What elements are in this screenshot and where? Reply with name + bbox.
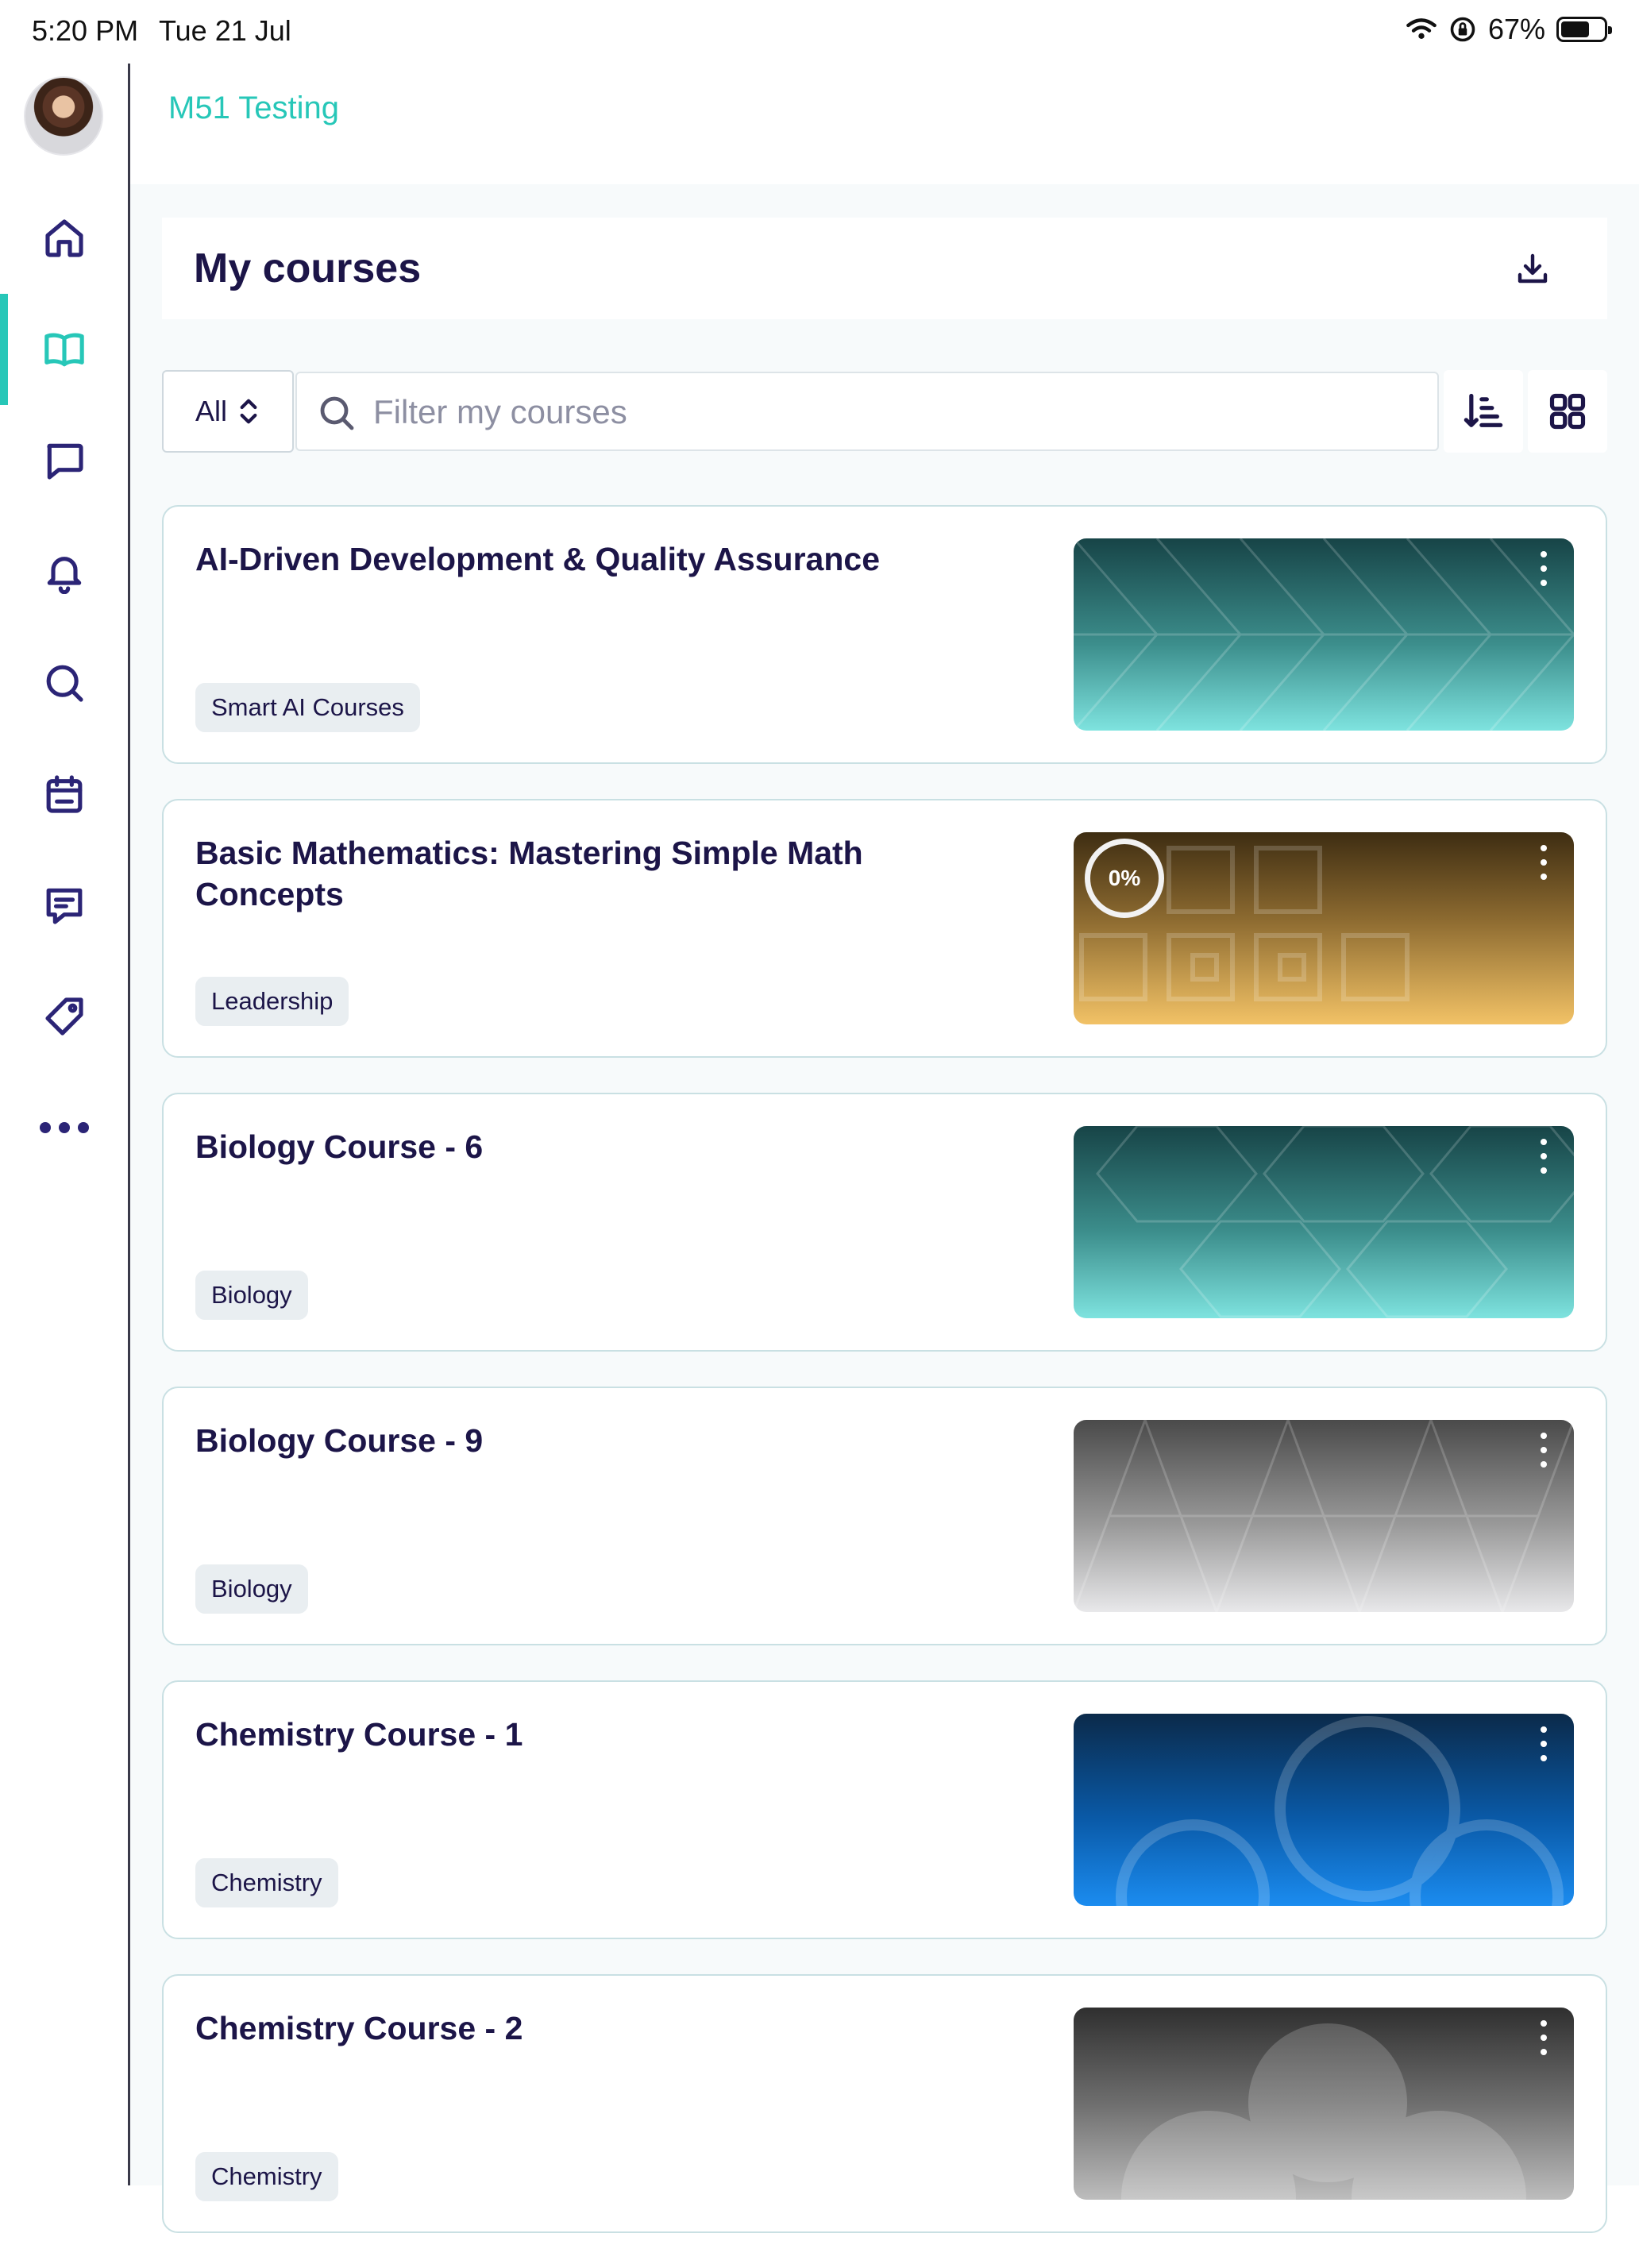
course-menu-button[interactable] [1536, 843, 1552, 881]
sidebar-item-more[interactable] [0, 1072, 128, 1183]
sidebar-item-search[interactable] [0, 627, 128, 739]
battery-icon [1556, 17, 1612, 42]
course-search-field[interactable] [295, 372, 1439, 451]
more-dots-icon [39, 1122, 89, 1133]
course-menu-button[interactable] [1536, 1431, 1552, 1469]
course-card[interactable]: Basic Mathematics: Mastering Simple Math… [162, 799, 1607, 1058]
org-name[interactable]: M51 Testing [168, 91, 339, 126]
course-menu-button[interactable] [1536, 1137, 1552, 1175]
avatar[interactable] [24, 76, 103, 156]
course-card[interactable]: Biology Course - 6 Biology [162, 1093, 1607, 1352]
course-title[interactable]: Basic Mathematics: Mastering Simple Math… [195, 832, 958, 915]
course-title[interactable]: Chemistry Course - 2 [195, 2008, 1069, 2049]
course-tag: Smart AI Courses [195, 683, 420, 732]
status-indicators: 67% [1406, 13, 1612, 46]
sidebar-item-courses[interactable] [0, 294, 128, 405]
calendar-icon [46, 775, 82, 813]
filter-select[interactable]: All [162, 370, 294, 453]
course-tag: Chemistry [195, 2152, 338, 2201]
course-title[interactable]: AI-Driven Development & Quality Assuranc… [195, 538, 1069, 580]
course-title[interactable]: Biology Course - 6 [195, 1126, 1069, 1167]
course-menu-button[interactable] [1536, 550, 1552, 588]
search-icon [46, 665, 83, 702]
tag-icon [44, 997, 83, 1036]
battery-percent: 67% [1487, 13, 1545, 45]
course-tag: Leadership [195, 977, 349, 1026]
course-title[interactable]: Biology Course - 9 [195, 1420, 1069, 1461]
progress-ring: 0% [1085, 839, 1164, 918]
course-tag: Chemistry [195, 1858, 338, 1907]
grid-view-icon [1549, 393, 1586, 430]
course-thumbnail[interactable]: 0% [1074, 832, 1574, 1024]
course-card[interactable]: AI-Driven Development & Quality Assuranc… [162, 505, 1607, 764]
home-icon [44, 219, 83, 257]
chevron-up-down-icon [240, 399, 257, 424]
download-button[interactable] [1514, 249, 1552, 287]
filter-select-value: All [195, 395, 227, 427]
course-thumbnail[interactable] [1074, 538, 1574, 731]
sidebar-item-tags[interactable] [0, 961, 128, 1072]
sort-button[interactable] [1444, 370, 1523, 453]
message-icon [46, 888, 82, 924]
course-thumbnail[interactable] [1074, 2008, 1574, 2200]
orientation-lock-icon [1450, 17, 1475, 42]
status-date: Tue 21 Jul [159, 14, 291, 47]
sidebar-item-messages[interactable] [0, 850, 128, 961]
bell-icon [47, 557, 81, 594]
chat-bubble-icon [46, 443, 83, 480]
sidebar [0, 64, 130, 2185]
course-thumbnail[interactable] [1074, 1126, 1574, 1318]
top-header: M51 Testing [130, 64, 1639, 184]
page-title: My courses [194, 245, 422, 291]
sidebar-item-chat[interactable] [0, 405, 128, 516]
wifi-icon [1406, 18, 1437, 39]
sort-icon [1464, 393, 1503, 427]
course-menu-button[interactable] [1536, 2019, 1552, 2057]
sidebar-item-home[interactable] [0, 183, 128, 294]
course-card[interactable]: Chemistry Course - 2 Chemistry [162, 1974, 1607, 2233]
status-bar: 5:20 PM Tue 21 Jul 67% [0, 0, 1639, 64]
book-icon [44, 333, 84, 367]
status-time: 5:20 PM [32, 14, 139, 47]
course-card[interactable]: Biology Course - 9 Biology [162, 1387, 1607, 1645]
course-tag: Biology [195, 1271, 308, 1320]
download-icon [1518, 253, 1548, 284]
search-icon [320, 396, 354, 430]
course-thumbnail[interactable] [1074, 1420, 1574, 1612]
course-thumbnail[interactable] [1074, 1714, 1574, 1906]
course-list: AI-Driven Development & Quality Assuranc… [162, 505, 1607, 2268]
course-tag: Biology [195, 1564, 308, 1614]
sidebar-item-notifications[interactable] [0, 516, 128, 627]
sidebar-item-calendar[interactable] [0, 739, 128, 850]
course-title[interactable]: Chemistry Course - 1 [195, 1714, 1069, 1755]
search-input[interactable] [373, 388, 1406, 437]
grid-view-button[interactable] [1528, 370, 1607, 453]
course-menu-button[interactable] [1536, 1725, 1552, 1763]
page-header-card: My courses [162, 218, 1607, 319]
course-card[interactable]: Chemistry Course - 1 Chemistry [162, 1680, 1607, 1939]
